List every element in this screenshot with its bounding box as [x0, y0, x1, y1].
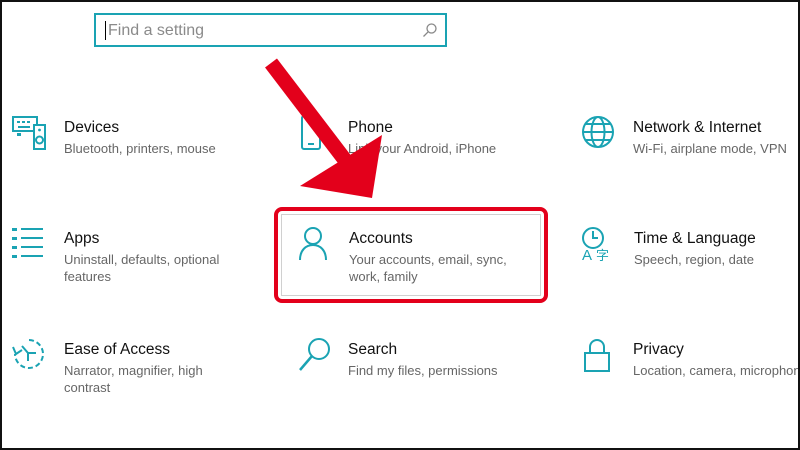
tile-title: Search	[348, 341, 398, 358]
keyboard-speaker-icon	[12, 116, 46, 150]
tile-title: Ease of Access	[64, 341, 170, 358]
tile-title: Network & Internet	[633, 119, 762, 136]
settings-search-input[interactable]: Find a setting	[94, 13, 447, 47]
tile-title: Apps	[64, 230, 100, 247]
tile-search[interactable]: Search Find my files, permissions	[298, 337, 538, 427]
tile-privacy[interactable]: Privacy Location, camera, microphone	[580, 337, 800, 427]
globe-icon	[582, 116, 614, 148]
tile-devices[interactable]: Devices Bluetooth, printers, mouse	[12, 115, 252, 205]
tile-description: Speech, region, date	[634, 252, 754, 267]
magnifier-icon	[299, 338, 330, 371]
tile-accounts[interactable]: Accounts Your accounts, email, sync, wor…	[298, 226, 538, 316]
svg-text:字: 字	[596, 249, 609, 262]
tile-title: Time & Language	[634, 230, 756, 247]
lock-icon	[584, 339, 610, 372]
tile-description: Bluetooth, printers, mouse	[64, 141, 216, 156]
ease-of-access-icon	[12, 339, 44, 369]
tile-title: Devices	[64, 119, 120, 136]
tile-phone[interactable]: Phone Link your Android, iPhone	[298, 115, 538, 205]
person-icon	[299, 227, 327, 261]
svg-text:A: A	[582, 247, 592, 262]
time-language-icon: A 字	[582, 227, 609, 262]
phone-icon	[301, 115, 321, 150]
search-icon[interactable]	[422, 22, 438, 38]
tile-description: Uninstall, defaults, optional features	[64, 252, 220, 284]
tile-description: Wi-Fi, airplane mode, VPN	[633, 141, 787, 156]
tile-network-internet[interactable]: Network & Internet Wi-Fi, airplane mode,…	[580, 115, 800, 205]
tile-description: Find my files, permissions	[348, 363, 498, 378]
list-icon	[12, 228, 43, 258]
tile-description: Link your Android, iPhone	[348, 141, 497, 156]
search-placeholder: Find a setting	[108, 22, 205, 39]
tile-title: Phone	[348, 119, 393, 136]
tile-description: Location, camera, microphone	[633, 363, 800, 378]
tile-description: Narrator, magnifier, high contrast	[64, 363, 203, 395]
tile-title: Privacy	[633, 341, 684, 358]
tile-ease-of-access[interactable]: Ease of Access Narrator, magnifier, high…	[12, 337, 252, 427]
tile-title: Accounts	[349, 230, 413, 247]
tile-apps[interactable]: Apps Uninstall, defaults, optional featu…	[12, 226, 252, 316]
tile-time-language[interactable]: A 字 Time & Language Speech, region, date	[580, 226, 800, 316]
tile-description: Your accounts, email, sync, work, family	[349, 252, 507, 284]
text-caret	[105, 21, 106, 40]
